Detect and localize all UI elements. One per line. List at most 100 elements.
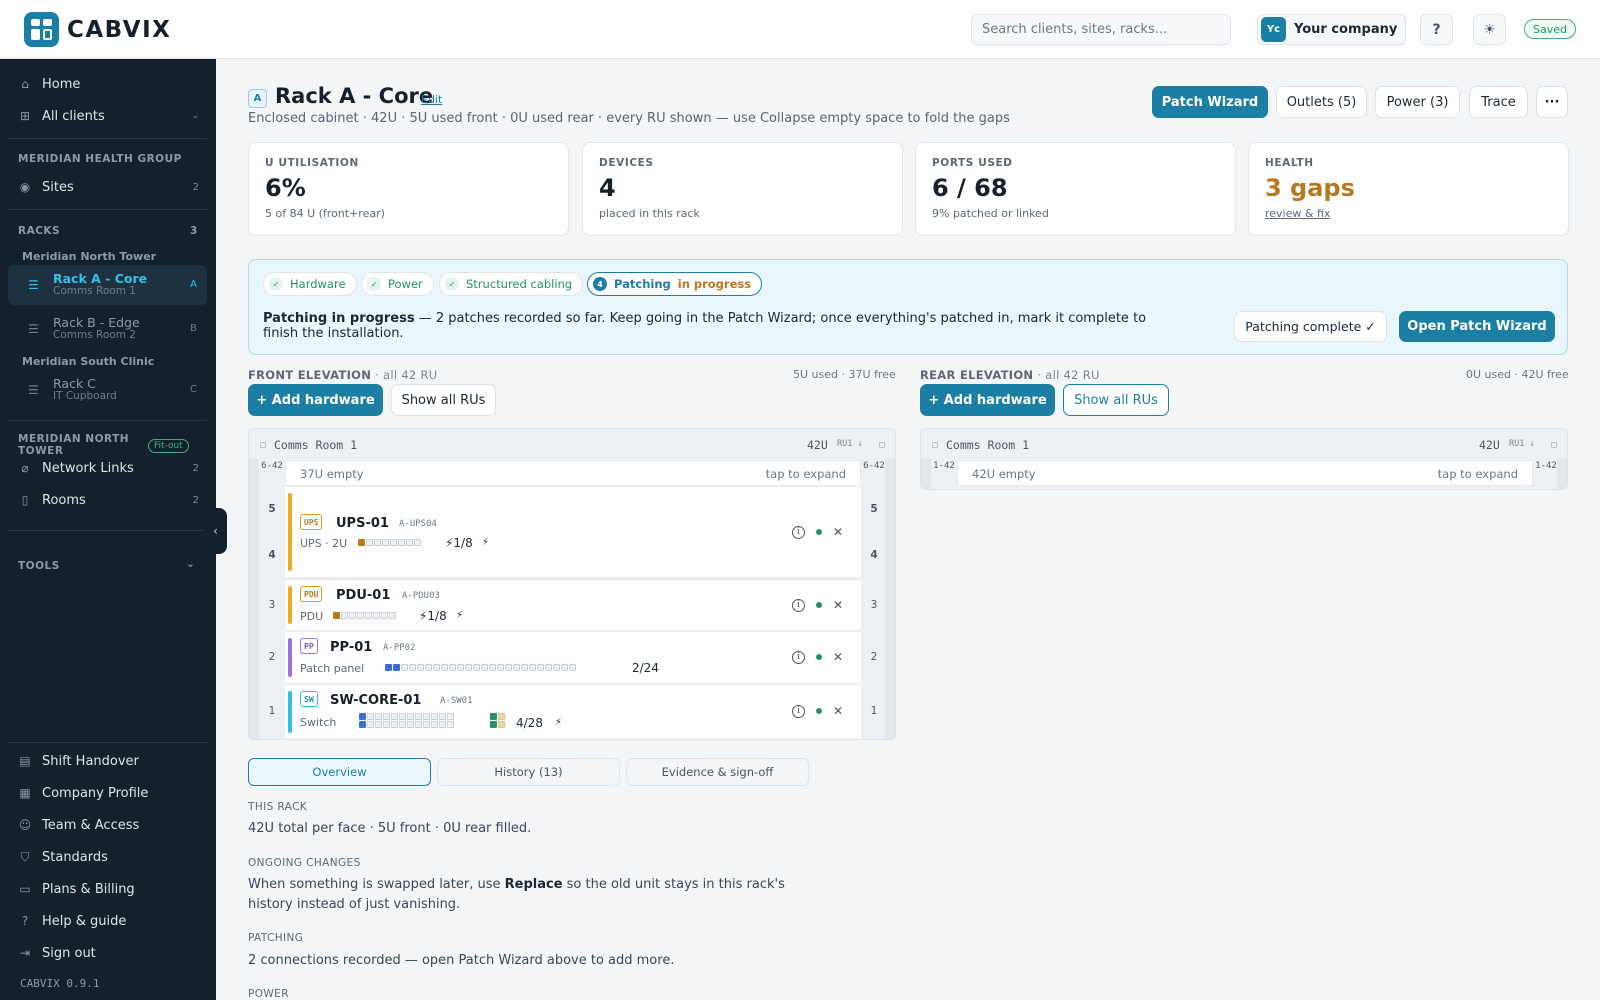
info-icon[interactable]: i (791, 525, 805, 539)
this-rack-heading: THIS RACK (248, 801, 308, 813)
remove-icon[interactable]: ✕ (833, 598, 843, 612)
ru-number: 5 (870, 503, 878, 515)
rack-icon: ☰ (28, 278, 39, 292)
edit-rack-link[interactable]: Edit (421, 93, 442, 106)
sidebar-item-help-guide[interactable]: ? Help & guide (10, 907, 207, 935)
rear-elevation-stat: 0U used · 42U free (1466, 368, 1569, 381)
trace-button[interactable]: Trace (1469, 86, 1528, 118)
sidebar-item-rooms[interactable]: ▯ Rooms 2 (10, 486, 207, 514)
more-options-button[interactable]: ··· (1536, 86, 1568, 118)
rear-show-all-rus-button[interactable]: Show all RUs (1063, 384, 1169, 416)
sidebar-rack-c[interactable]: ☰ Rack C IT Cupboard C (8, 370, 207, 410)
stat-card-utilisation: U UTILISATION 6% 5 of 84 U (front+rear) (248, 142, 569, 236)
sidebar-item-plans-billing[interactable]: ▭ Plans & Billing (10, 875, 207, 903)
sidebar-item-home[interactable]: ⌂ Home (10, 70, 207, 98)
step-hardware[interactable]: ✓ Hardware (263, 272, 357, 296)
grid-icon: ⊞ (19, 109, 31, 123)
stat-card-health: HEALTH 3 gaps review & fix (1248, 142, 1569, 236)
device-pdu-01[interactable]: PDU PDU-01 A-PDU03 PDU ⚡1/8 ⚡ i ✕ (285, 579, 861, 631)
checkbox-icon[interactable] (932, 442, 938, 448)
sidebar-item-sign-out[interactable]: ⇥ Sign out (10, 939, 207, 967)
patching-complete-button[interactable]: Patching complete ✓ (1234, 311, 1387, 342)
saved-status-badge: Saved (1524, 19, 1576, 39)
sidebar-collapse-button[interactable]: ‹ (204, 508, 227, 554)
device-asset-id: A-PDU03 (402, 591, 440, 601)
ru-number: 1 (268, 705, 276, 717)
door-icon: ▯ (21, 493, 29, 507)
link-icon: ⌀ (21, 461, 29, 475)
step-patching[interactable]: 4 Patching in progress (587, 272, 763, 296)
device-sw-core-01[interactable]: SW SW-CORE-01 A-SW01 Switch 4/28 ⚡ i ✕ (285, 685, 861, 739)
power-button[interactable]: Power (3) (1375, 86, 1460, 118)
remove-icon[interactable]: ✕ (833, 525, 843, 539)
sidebar-item-sites[interactable]: ◉ Sites 2 (10, 173, 207, 201)
patch-ports (385, 664, 576, 671)
tools-heading[interactable]: TOOLS (18, 560, 60, 572)
device-type-tag: SW (300, 691, 318, 707)
collapsed-empty-space[interactable]: 42U empty tap to expand (957, 460, 1533, 486)
checkbox-icon[interactable] (260, 442, 266, 448)
theme-toggle-button[interactable]: ☀ (1473, 14, 1506, 45)
front-show-all-rus-button[interactable]: Show all RUs (391, 384, 496, 416)
patch-wizard-button[interactable]: Patch Wizard (1152, 86, 1268, 118)
sidebar-item-company-profile[interactable]: ▦ Company Profile (10, 779, 207, 807)
open-patch-wizard-button[interactable]: Open Patch Wizard (1399, 311, 1555, 342)
ru-number: 3 (870, 599, 878, 611)
sidebar-item-team-access[interactable]: ☺ Team & Access (10, 811, 207, 839)
remove-icon[interactable]: ✕ (833, 650, 843, 664)
tab-overview[interactable]: Overview (248, 758, 431, 786)
collapsed-empty-space[interactable]: 37U empty tap to expand (285, 460, 861, 486)
step-power[interactable]: ✓ Power (361, 272, 434, 296)
shield-icon: ⛉ (20, 849, 30, 864)
outlet-count: ⚡1/8 (445, 536, 473, 550)
ru-order-toggle[interactable]: RU1 ↓ (1509, 439, 1535, 449)
rear-add-hardware-button[interactable]: + Add hardware (920, 384, 1055, 416)
company-switcher[interactable]: Yc Your company (1257, 14, 1407, 45)
sidebar-rack-b[interactable]: ☰ Rack B - Edge Comms Room 2 B (8, 309, 207, 349)
search-input[interactable] (971, 14, 1231, 45)
company-avatar: Yc (1261, 17, 1286, 42)
power-outlets (358, 539, 421, 546)
remove-icon[interactable]: ✕ (833, 704, 843, 718)
sidebar-rack-a[interactable]: ☰ Rack A - Core Comms Room 1 A (8, 265, 207, 305)
help-circle-icon: ? (21, 914, 29, 928)
this-rack-text: 42U total per face · 5U front · 0U rear … (248, 821, 532, 836)
device-type: UPS · 2U (300, 537, 348, 550)
sidebar-item-all-clients[interactable]: ⊞ All clients ⌄ (10, 102, 207, 130)
uplink-ports (490, 713, 505, 728)
power-icon: ⚡ (482, 537, 490, 548)
device-name: PDU-01 (336, 588, 391, 603)
check-icon: ✓ (367, 277, 381, 291)
sidebar-item-standards[interactable]: ⛉ Standards (10, 843, 207, 871)
checkbox-icon[interactable] (1551, 442, 1557, 448)
device-ups-01[interactable]: UPS UPS-01 A-UPS04 UPS · 2U ⚡1/8 ⚡ i ✕ (285, 487, 861, 578)
ru-range-label: 6-42 (261, 461, 283, 471)
step-state: in progress (677, 277, 752, 291)
info-icon[interactable]: i (791, 598, 805, 612)
port-count: 4/28 (516, 716, 543, 730)
step-structured-cabling[interactable]: ✓ Structured cabling (439, 272, 584, 296)
sun-icon: ☀ (1483, 21, 1496, 38)
tab-history[interactable]: History (13) (437, 758, 620, 786)
company-name: Your company (1294, 22, 1398, 37)
checkbox-icon[interactable] (879, 442, 885, 448)
map-pin-icon: ◉ (19, 180, 31, 194)
status-dot-icon (815, 654, 822, 660)
device-type-tag: PP (300, 638, 318, 654)
sidebar-item-network-links[interactable]: ⌀ Network Links 2 (10, 454, 207, 482)
front-add-hardware-button[interactable]: + Add hardware (248, 384, 383, 416)
sidebar-item-shift-handover[interactable]: ▤ Shift Handover (10, 747, 207, 775)
logout-icon: ⇥ (19, 946, 31, 960)
info-icon[interactable]: i (791, 650, 805, 664)
ru-order-toggle[interactable]: RU1 ↓ (837, 439, 863, 449)
outlets-button[interactable]: Outlets (5) (1276, 86, 1367, 118)
review-fix-link[interactable]: review & fix (1265, 207, 1552, 220)
rack-header: Comms Room 1 42U RU1 ↓ (921, 429, 1567, 459)
help-button[interactable]: ? (1420, 14, 1453, 45)
tab-evidence-signoff[interactable]: Evidence & sign-off (626, 758, 809, 786)
info-icon[interactable]: i (791, 704, 805, 718)
device-pp-01[interactable]: PP PP-01 A-PP02 Patch panel 2/24 i ✕ (285, 632, 861, 684)
sidebar-divider (8, 138, 207, 139)
logo[interactable]: CABVIX (24, 12, 171, 47)
sidebar-divider (8, 530, 207, 531)
